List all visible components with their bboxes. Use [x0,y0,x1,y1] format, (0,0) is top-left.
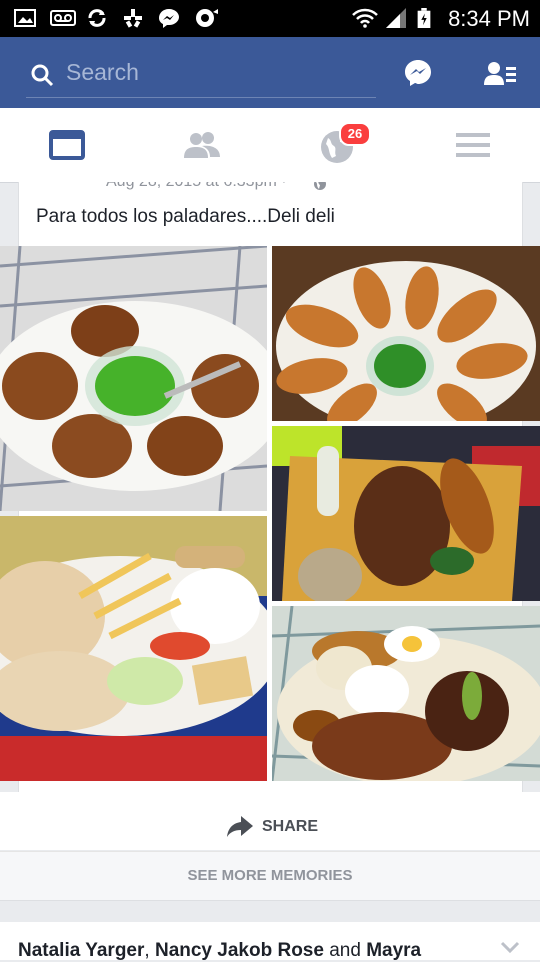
post-date-clip: Aug 28, 2015 at 6:33pm · [0,182,540,192]
share-icon[interactable] [227,816,253,838]
search-input[interactable]: Search [26,55,376,98]
see-more-memories-button[interactable]: SEE MORE MEMORIES [0,851,540,901]
friend-name[interactable]: Mayra [366,940,421,961]
notifications-badge: 26 [339,122,371,146]
yelp-icon [124,9,142,28]
battery-icon [417,8,431,28]
tab-more[interactable] [405,108,540,182]
menu-icon [456,133,490,157]
friend-name[interactable]: Natalia Yarger [18,940,144,961]
next-card-names: Natalia Yarger, Nancy Jakob Rose and May… [18,940,421,962]
photo-arepas-image [0,246,267,511]
photo-steak[interactable] [272,426,540,601]
tab-news-feed[interactable] [0,108,135,182]
chevron-down-icon[interactable] [500,940,520,954]
photo-chicken-image [0,516,267,781]
photo-steak-image [272,426,540,601]
status-time: 8:34 PM [448,6,530,31]
wifi-icon [352,8,378,28]
photo-empanadas-image [272,246,540,421]
news-feed-icon [49,130,85,160]
voicemail-icon [50,10,76,26]
search-icon [31,64,54,87]
friend-name[interactable]: Nancy Jakob Rose [155,940,324,961]
photo-empanadas[interactable] [272,246,540,421]
see-more-label: SEE MORE MEMORIES [187,867,353,884]
photo-chicken[interactable] [0,516,267,781]
share-button[interactable]: SHARE [262,818,318,836]
photo-arepas[interactable] [0,246,267,511]
status-bar: 8:34 PM [0,0,540,37]
tab-friends[interactable] [135,108,270,182]
post-text: Para todos los paladares....Deli deli [36,206,335,227]
privacy-globe-icon [314,182,326,190]
search-placeholder: Search [66,59,139,85]
sync-icon [88,9,106,27]
photo-bandeja-image [272,606,540,781]
gallery-icon [14,9,36,27]
signal-icon [386,8,406,28]
tab-bar [0,108,540,183]
messenger-icon[interactable] [404,59,432,87]
name-separator: , [144,940,155,961]
photo-bandeja-paisa[interactable] [272,606,540,781]
messenger-icon [159,9,179,28]
friends-icon [184,132,220,158]
voice-search-icon [196,9,218,27]
next-feed-card: Natalia Yarger, Nancy Jakob Rose and May… [0,922,540,962]
post-date: Aug 28, 2015 at 6:33pm · [106,182,287,191]
tab-notifications[interactable] [270,108,405,182]
name-conjunction: and [323,940,367,961]
friend-requests-icon[interactable] [484,61,516,87]
app-header: Search [0,37,540,108]
